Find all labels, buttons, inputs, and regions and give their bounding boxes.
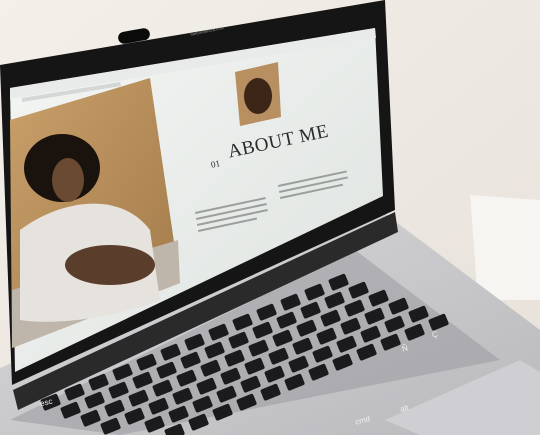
scene-drawing (0, 0, 540, 435)
photo-legs (65, 245, 155, 285)
photo-face (52, 158, 84, 202)
small-photo-subject (244, 78, 272, 114)
photo-scene (0, 0, 540, 435)
paper-sheet (470, 195, 540, 300)
